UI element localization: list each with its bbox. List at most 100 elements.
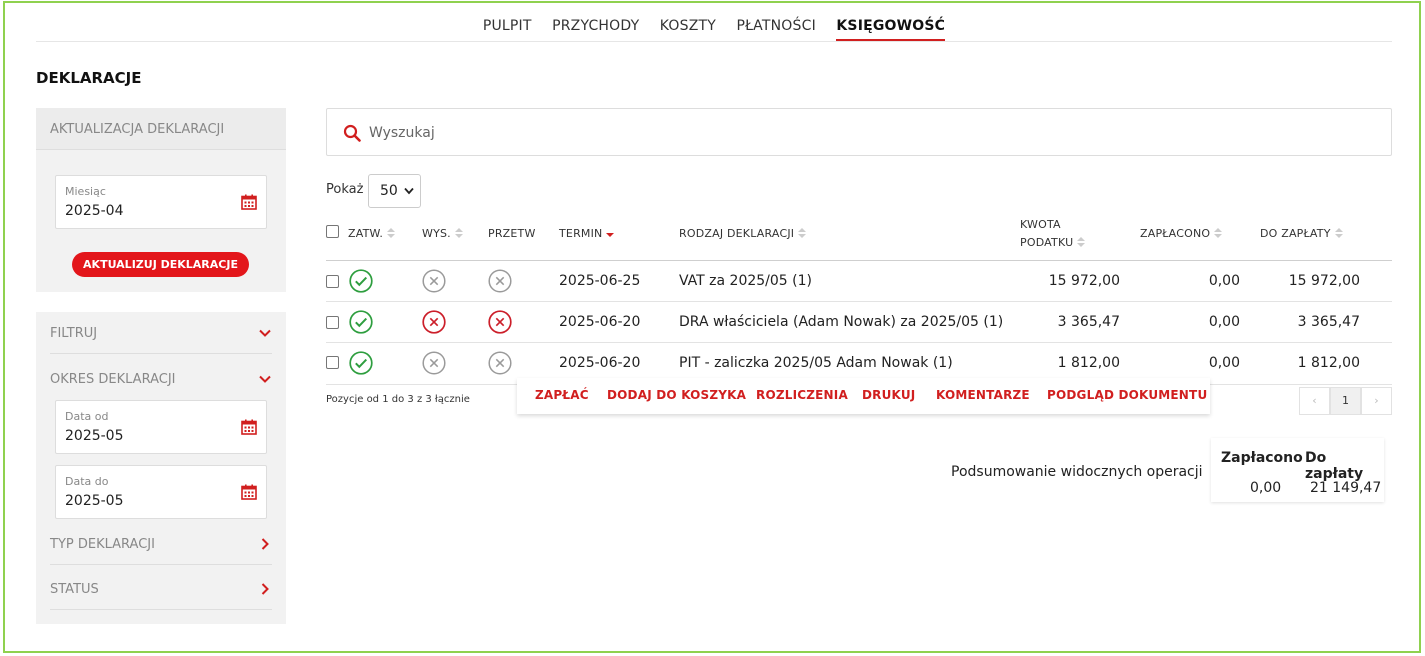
row-checkbox[interactable] (326, 356, 339, 369)
row-kwota: 3 365,47 (1057, 314, 1120, 330)
page-size-label: Pokaż (326, 182, 364, 197)
next-page-button[interactable]: › (1361, 387, 1392, 415)
date-from-field[interactable]: Data od 2025-05 (55, 400, 267, 454)
chevron-down-icon (404, 187, 414, 195)
row-checkbox[interactable] (326, 316, 339, 329)
nav-platnosci[interactable]: PŁATNOŚCI (736, 14, 815, 39)
row-divider (326, 342, 1392, 343)
search-icon (343, 124, 361, 142)
add-to-cart-action[interactable]: DODAJ DO KOSZYKA (607, 388, 746, 402)
summary-paid-value: 0,00 (1250, 480, 1282, 496)
column-termin[interactable]: TERMIN (559, 227, 615, 240)
sort-desc-icon (606, 233, 615, 237)
row-zaplacono: 0,00 (1208, 314, 1240, 330)
row-kwota: 15 972,00 (1048, 273, 1120, 289)
comments-action[interactable]: KOMENTARZE (936, 388, 1030, 402)
column-przetw: PRZETW (488, 227, 536, 240)
search-placeholder: Wyszukaj (369, 125, 435, 141)
check-circle-icon (349, 351, 373, 375)
pagination: ‹ 1 › (1299, 387, 1392, 415)
filter-label: FILTRUJ (50, 326, 98, 341)
column-zaplacono[interactable]: ZAPŁACONO (1140, 227, 1223, 240)
print-action[interactable]: DRUKUJ (862, 388, 915, 402)
date-to-label: Data do (65, 475, 109, 488)
chevron-right-icon (261, 538, 269, 550)
row-zaplacono: 0,00 (1208, 273, 1240, 289)
row-divider (326, 301, 1392, 302)
page-1-button[interactable]: 1 (1330, 387, 1361, 415)
chevron-right-icon (261, 583, 269, 595)
filter-toggle[interactable]: FILTRUJ (50, 312, 272, 354)
row-rodzaj[interactable]: PIT - zaliczka 2025/05 Adam Nowak (1) (679, 355, 953, 371)
calendar-icon[interactable] (241, 419, 257, 435)
page-size-value: 50 (380, 183, 398, 199)
search-input[interactable]: Wyszukaj (326, 108, 1392, 156)
sidebar: AKTUALIZACJA DEKLARACJI Miesiąc 2025-04 … (36, 108, 286, 624)
update-section-header: AKTUALIZACJA DEKLARACJI (36, 108, 286, 150)
status-toggle[interactable]: STATUS (50, 568, 272, 610)
sort-icon (798, 228, 807, 238)
date-from-value: 2025-05 (65, 428, 124, 444)
column-do-zaplaty[interactable]: DO ZAPŁATY (1260, 227, 1343, 240)
summary-due-header: Do zapłaty (1305, 450, 1364, 482)
table-info: Pozycje od 1 do 3 z 3 łącznie (326, 394, 470, 405)
month-value: 2025-04 (65, 203, 124, 219)
date-to-value: 2025-05 (65, 493, 124, 509)
sort-icon (454, 228, 463, 238)
column-zatw[interactable]: ZATW. (348, 227, 396, 240)
period-label: OKRES DEKLARACJI (50, 372, 176, 387)
column-rodzaj[interactable]: RODZAJ DEKLARACJI (679, 227, 807, 240)
x-circle-icon (488, 269, 512, 293)
nav-koszty[interactable]: KOSZTY (660, 14, 716, 39)
prev-page-button[interactable]: ‹ (1299, 387, 1330, 415)
status-label: STATUS (50, 582, 99, 597)
nav-ksiegowosc[interactable]: KSIĘGOWOŚĆ (836, 14, 946, 41)
chevron-down-icon (259, 329, 271, 337)
x-circle-icon (422, 351, 446, 375)
month-field[interactable]: Miesiąc 2025-04 (55, 175, 267, 229)
column-kwota-line2[interactable]: PODATKU (1020, 236, 1086, 249)
x-circle-icon (422, 269, 446, 293)
check-circle-icon (349, 269, 373, 293)
sort-icon (1077, 237, 1086, 247)
header-divider (326, 260, 1392, 261)
sort-icon (1334, 228, 1343, 238)
calendar-icon[interactable] (241, 484, 257, 500)
page-size-select[interactable]: 50 (368, 174, 421, 208)
column-wys[interactable]: WYS. (422, 227, 463, 240)
row-rodzaj[interactable]: VAT za 2025/05 (1) (679, 273, 812, 289)
period-toggle[interactable]: OKRES DEKLARACJI (50, 358, 272, 400)
sidebar-separator (36, 292, 286, 312)
summary-paid-header: Zapłacono (1221, 450, 1303, 466)
check-circle-icon (349, 310, 373, 334)
row-rodzaj[interactable]: DRA właściciela (Adam Nowak) za 2025/05 … (679, 314, 1003, 330)
settlements-action[interactable]: ROZLICZENIA (756, 388, 848, 402)
column-kwota-line1[interactable]: KWOTA (1020, 218, 1061, 231)
pay-action[interactable]: ZAPŁAĆ (535, 388, 589, 402)
update-declarations-button[interactable]: AKTUALIZUJ DEKLARACJE (72, 252, 249, 277)
top-navigation: PULPIT PRZYCHODY KOSZTY PŁATNOŚCI KSIĘGO… (36, 14, 1392, 42)
x-circle-icon (488, 310, 512, 334)
row-do-zaplaty: 3 365,47 (1297, 314, 1360, 330)
x-circle-icon (488, 351, 512, 375)
declaration-type-toggle[interactable]: TYP DEKLARACJI (50, 523, 272, 565)
row-actions-bar: ZAPŁAĆ DODAJ DO KOSZYKA ROZLICZENIA DRUK… (517, 378, 1210, 414)
row-termin: 2025-06-25 (559, 273, 641, 289)
calendar-icon[interactable] (241, 194, 257, 210)
month-label: Miesiąc (65, 185, 106, 198)
document-preview-action[interactable]: PODGLĄD DOKUMENTU (1047, 388, 1207, 402)
select-all-checkbox[interactable] (326, 225, 339, 238)
sort-icon (1214, 228, 1223, 238)
summary-label: Podsumowanie widocznych operacji (951, 464, 1203, 480)
x-circle-icon (422, 310, 446, 334)
date-to-field[interactable]: Data do 2025-05 (55, 465, 267, 519)
nav-pulpit[interactable]: PULPIT (483, 14, 532, 39)
row-zaplacono: 0,00 (1208, 355, 1240, 371)
page-title: DEKLARACJE (36, 69, 142, 87)
nav-przychody[interactable]: PRZYCHODY (552, 14, 639, 39)
row-do-zaplaty: 15 972,00 (1288, 273, 1360, 289)
row-termin: 2025-06-20 (559, 355, 641, 371)
row-checkbox[interactable] (326, 275, 339, 288)
date-from-label: Data od (65, 410, 109, 423)
row-do-zaplaty: 1 812,00 (1297, 355, 1360, 371)
